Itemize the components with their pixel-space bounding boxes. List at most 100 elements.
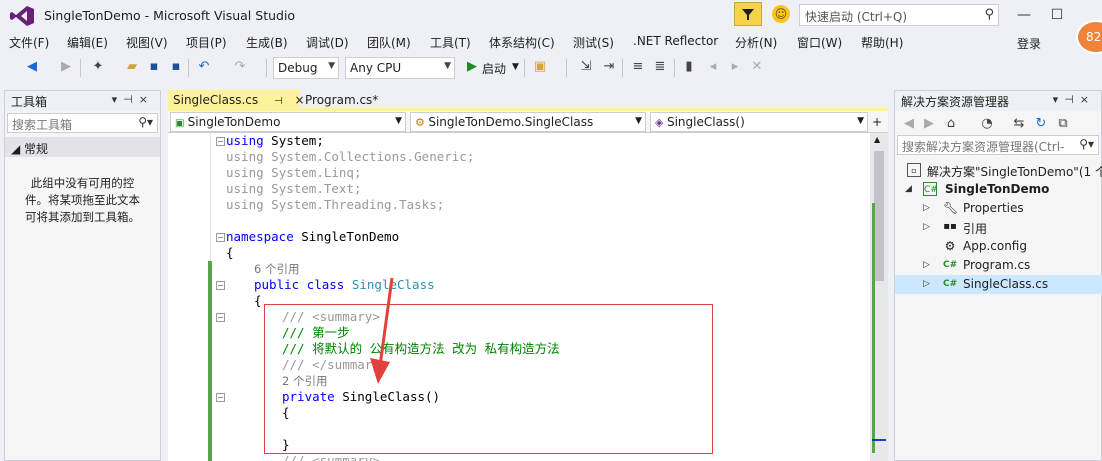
clear-bookmarks-icon[interactable]: ✕: [749, 59, 765, 75]
solution-configuration-select[interactable]: Debug ▼: [273, 57, 339, 79]
references-icon: ▪▪: [943, 221, 957, 232]
home-icon[interactable]: ⌂: [943, 116, 959, 132]
save-all-icon[interactable]: ▪: [168, 59, 184, 75]
minimize-button[interactable]: —: [1011, 2, 1037, 28]
panel-controls-icon[interactable]: ▾⊣×: [112, 93, 154, 106]
menu-tools[interactable]: 工具(T): [430, 34, 471, 51]
scrollbar-thumb[interactable]: [874, 151, 884, 281]
tree-item-singleclass-cs[interactable]: ▷ C# SingleClass.cs: [895, 275, 1102, 294]
type-select[interactable]: ⚙ SingleTonDemo.SingleClass ▼: [410, 112, 646, 132]
previous-bookmark-icon[interactable]: ◂: [705, 59, 721, 75]
csharp-file-icon: C#: [943, 260, 958, 270]
fold-toggle-icon[interactable]: −: [216, 313, 225, 322]
step-into-icon[interactable]: ⇲: [578, 59, 594, 75]
scroll-up-icon[interactable]: ▲: [874, 135, 880, 144]
fold-toggle-icon[interactable]: −: [216, 233, 225, 242]
pin-icon[interactable]: ⊣: [274, 96, 283, 107]
undo-icon[interactable]: ↶: [196, 59, 212, 75]
fold-toggle-icon[interactable]: −: [216, 281, 225, 290]
tab-program[interactable]: Program.cs*: [300, 90, 400, 110]
menu-file[interactable]: 文件(F): [9, 34, 49, 51]
fold-toggle-icon[interactable]: −: [216, 137, 225, 146]
tree-item-program-cs[interactable]: ▷ C# Program.cs: [895, 256, 1102, 275]
tree-item-app-config[interactable]: ⚙ App.config: [895, 237, 1102, 256]
tab-singleclass[interactable]: SingleClass.cs ⊣ ×: [168, 90, 305, 110]
menu-test[interactable]: 测试(S): [573, 34, 614, 51]
feedback-filter-button[interactable]: [734, 2, 762, 26]
back-icon[interactable]: ◀: [901, 116, 917, 132]
save-icon[interactable]: ▪: [146, 59, 162, 75]
toolbox-search-input[interactable]: 搜索工具箱 ⚲▾: [7, 113, 158, 133]
toolbox-search-placeholder: 搜索工具箱: [12, 118, 73, 132]
tree-item-label: 引用: [963, 222, 988, 236]
solution-platform-select[interactable]: Any CPU ▼: [345, 57, 455, 79]
split-editor-icon[interactable]: +: [872, 115, 882, 129]
menu-architecture[interactable]: 体系结构(C): [489, 34, 555, 51]
expand-triangle-icon[interactable]: ▷: [923, 222, 930, 232]
editor-vertical-scrollbar[interactable]: ▲: [870, 133, 888, 461]
expand-triangle-icon[interactable]: ▷: [923, 279, 930, 289]
standard-toolbar: ◀ ▶ ✦ ▰ ▪ ▪ ↶ ↷ Debug ▼ Any CPU ▼ ▶ 启动 ▼…: [0, 53, 1102, 83]
menu-edit[interactable]: 编辑(E): [67, 34, 108, 51]
expand-triangle-icon[interactable]: ▷: [923, 260, 930, 270]
solution-search-input[interactable]: 搜索解决方案资源管理器(Ctrl- ⚲▾: [897, 135, 1099, 155]
type-value: SingleTonDemo.SingleClass: [428, 115, 594, 129]
panel-controls-icon[interactable]: ▾⊣×: [1053, 93, 1095, 106]
chevron-down-icon[interactable]: ▼: [512, 62, 519, 72]
sync-icon[interactable]: ⇆: [1011, 116, 1027, 132]
code-lens-references[interactable]: 6 个引用: [254, 261, 299, 277]
toolbox-group-general[interactable]: ◢ 常规: [5, 137, 160, 157]
class-icon: ⚙: [415, 116, 429, 129]
filter-icon: [742, 9, 754, 20]
toolbar-separator: [622, 59, 623, 77]
redo-icon[interactable]: ↷: [232, 59, 248, 75]
start-play-icon[interactable]: ▶: [464, 59, 480, 75]
quick-launch-input[interactable]: 快速启动 (Ctrl+Q) ⚲: [799, 4, 999, 26]
next-bookmark-icon[interactable]: ▸: [727, 59, 743, 75]
open-folder-icon[interactable]: ▰: [124, 59, 140, 75]
collapse-all-icon[interactable]: ⧉: [1055, 116, 1071, 132]
menu-net-reflector[interactable]: .NET Reflector: [633, 34, 718, 48]
csharp-file-icon: C#: [943, 279, 958, 289]
tree-item-references[interactable]: ▷ ▪▪ 引用: [895, 218, 1102, 237]
solution-explorer-panel: 解决方案资源管理器 ▾⊣× ◀ ▶ ⌂ ◔ ⇆ ↻ ⧉ 搜索解决方案资源管理器(…: [894, 90, 1102, 461]
menu-build[interactable]: 生成(B): [246, 34, 288, 51]
menu-view[interactable]: 视图(V): [126, 34, 168, 51]
tree-item-label: Properties: [963, 201, 1024, 215]
comment-lines-icon[interactable]: ≡: [630, 59, 646, 75]
csharp-project-icon: ▣: [175, 118, 188, 129]
forward-icon[interactable]: ▶: [921, 116, 937, 132]
menu-window[interactable]: 窗口(W): [797, 34, 842, 51]
tree-item-solution[interactable]: ▫ 解决方案"SingleTonDemo"(1 个: [895, 161, 1102, 180]
browser-link-icon[interactable]: ▣: [532, 59, 548, 75]
tree-item-project[interactable]: ◢ C# SingleTonDemo: [895, 180, 1102, 199]
uncomment-lines-icon[interactable]: ≣: [652, 59, 668, 75]
project-select[interactable]: ▣ SingleTonDemo ▼: [170, 112, 406, 132]
collapse-triangle-icon[interactable]: ◢: [905, 184, 912, 194]
member-select[interactable]: ◈ SingleClass() ▼: [650, 112, 868, 132]
menu-team[interactable]: 团队(M): [367, 34, 411, 51]
reference-count[interactable]: 6 个引用: [254, 262, 299, 276]
fold-toggle-icon[interactable]: −: [216, 393, 225, 402]
smiley-feedback-icon[interactable]: ☺: [772, 5, 790, 23]
bookmark-icon[interactable]: ▮: [681, 59, 697, 75]
menu-debug[interactable]: 调试(D): [306, 34, 349, 51]
new-project-icon[interactable]: ✦: [90, 59, 106, 75]
forward-icon[interactable]: ▶: [58, 59, 74, 75]
toolbar-separator: [674, 59, 675, 77]
step-over-icon[interactable]: ⇥: [601, 59, 617, 75]
expand-triangle-icon[interactable]: ▷: [923, 203, 930, 213]
refresh-icon[interactable]: ↻: [1033, 116, 1049, 132]
start-debug-button[interactable]: 启动: [482, 60, 506, 77]
change-marker: [872, 203, 875, 453]
menu-analyze[interactable]: 分析(N): [735, 34, 777, 51]
pending-changes-icon[interactable]: ◔: [979, 116, 995, 132]
solution-icon: ▫: [907, 163, 921, 177]
back-icon[interactable]: ◀: [24, 59, 40, 75]
tree-item-properties[interactable]: ▷ 🔧︎ Properties: [895, 199, 1102, 218]
menu-project[interactable]: 项目(P): [186, 34, 227, 51]
menu-help[interactable]: 帮助(H): [861, 34, 903, 51]
config-file-icon: ⚙: [944, 239, 956, 253]
sign-in-link[interactable]: 登录: [1017, 35, 1041, 52]
maximize-button[interactable]: ☐: [1044, 2, 1070, 28]
